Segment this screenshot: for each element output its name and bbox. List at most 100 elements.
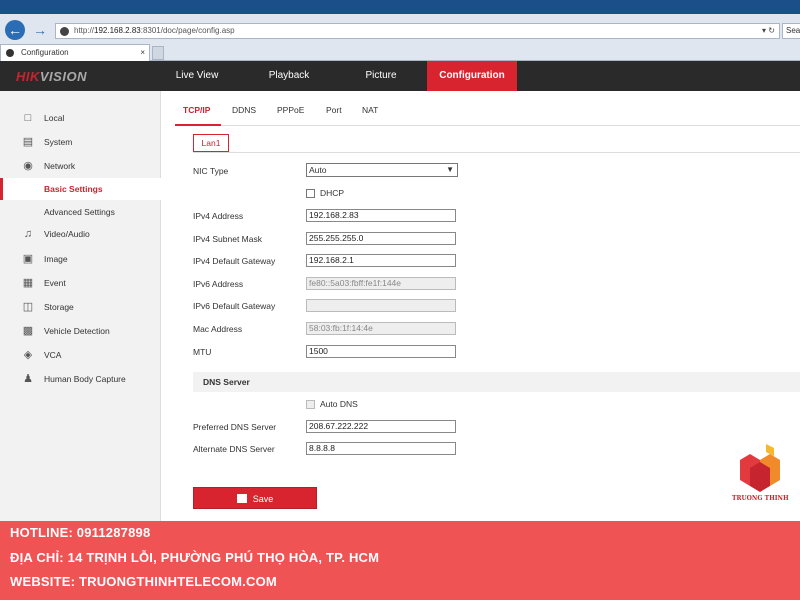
tab-lan1[interactable]: Lan1 bbox=[193, 134, 229, 152]
mtu-field[interactable]: 1500 bbox=[306, 345, 456, 358]
hikvision-logo: HIKVISION bbox=[16, 69, 87, 84]
nic-type-value: Auto bbox=[309, 165, 327, 175]
sidebar-item-label: Image bbox=[44, 254, 68, 264]
sidebar-item-local[interactable]: □ Local bbox=[0, 107, 161, 129]
system-icon: ▤ bbox=[22, 136, 34, 148]
sidebar-item-video-audio[interactable]: ♫ Video/Audio bbox=[0, 223, 161, 245]
ipv6-address-field: fe80::5a03:fbff:fe1f:144e bbox=[306, 277, 456, 290]
sidebar-item-label: Video/Audio bbox=[44, 229, 90, 239]
back-arrow-icon[interactable]: ← bbox=[5, 20, 25, 40]
sidebar: □ Local ▤ System ◉ Network Basic Setting… bbox=[0, 91, 161, 521]
sidebar-item-label: Vehicle Detection bbox=[44, 326, 110, 336]
globe-icon: ◉ bbox=[23, 160, 33, 172]
sidebar-item-basic-settings[interactable]: Basic Settings bbox=[0, 178, 161, 200]
active-tab-indicator bbox=[175, 124, 221, 126]
subtab-divider bbox=[175, 125, 800, 126]
sidebar-item-vca[interactable]: ◈ VCA bbox=[0, 344, 161, 366]
save-icon bbox=[236, 494, 247, 503]
nic-type-select[interactable]: Auto ▼ bbox=[306, 163, 458, 177]
auto-dns-label: Auto DNS bbox=[320, 399, 358, 409]
ipv4-mask-label: IPv4 Subnet Mask bbox=[193, 234, 262, 244]
mtu-label: MTU bbox=[193, 347, 212, 357]
close-icon[interactable]: × bbox=[140, 45, 145, 61]
ipv6-gateway-label: IPv6 Default Gateway bbox=[193, 301, 276, 311]
video-audio-icon: ♫ bbox=[23, 228, 33, 240]
site-icon bbox=[60, 27, 69, 36]
sidebar-item-label: Basic Settings bbox=[44, 184, 103, 194]
ipv4-mask-field[interactable]: 255.255.255.0 bbox=[306, 232, 456, 245]
new-tab-button[interactable] bbox=[152, 46, 164, 60]
dhcp-checkbox[interactable] bbox=[306, 189, 315, 198]
monitor-icon: □ bbox=[24, 112, 32, 124]
auto-dns-checkbox[interactable] bbox=[306, 400, 315, 409]
menu-configuration[interactable]: Configuration bbox=[427, 61, 517, 91]
ipv6-gateway-field bbox=[306, 299, 456, 312]
hotline-text: HOTLINE: 0911287898 bbox=[10, 525, 151, 540]
contact-banner: HOTLINE: 0911287898 ĐỊA CHỈ: 14 TRỊNH LỖ… bbox=[0, 521, 800, 600]
preferred-dns-label: Preferred DNS Server bbox=[193, 422, 277, 432]
address-prefix: http:// bbox=[74, 26, 95, 35]
browser-search-input[interactable]: Sea bbox=[782, 23, 800, 39]
ipv4-address-field[interactable]: 192.168.2.83 bbox=[306, 209, 456, 222]
browser-tab-configuration[interactable]: Configuration × bbox=[0, 44, 150, 61]
address-path: :8301/doc/page/config.asp bbox=[140, 26, 235, 35]
menu-picture[interactable]: Picture bbox=[352, 61, 410, 91]
tab-title: Configuration bbox=[21, 48, 69, 57]
sidebar-item-system[interactable]: ▤ System bbox=[0, 131, 161, 153]
sidebar-item-network[interactable]: ◉ Network bbox=[0, 155, 161, 177]
dns-section-header: DNS Server bbox=[193, 372, 800, 392]
mac-address-label: Mac Address bbox=[193, 324, 243, 334]
website-text: WEBSITE: TRUONGTHINHTELECOM.COM bbox=[10, 574, 277, 589]
ipv4-gateway-field[interactable]: 192.168.2.1 bbox=[306, 254, 456, 267]
watermark-text: TRUONG THINH bbox=[732, 495, 789, 502]
config-panel: TCP/IP DDNS PPPoE Port NAT Lan1 NIC Type… bbox=[161, 91, 800, 521]
tab-ddns[interactable]: DDNS bbox=[232, 105, 256, 115]
ipv6-address-label: IPv6 Address bbox=[193, 279, 244, 289]
lan-divider bbox=[193, 152, 800, 153]
app-header: HIKVISION Live View Playback Picture Con… bbox=[0, 61, 800, 91]
tab-nat[interactable]: NAT bbox=[362, 105, 378, 115]
address-bar[interactable]: http://192.168.2.83:8301/doc/page/config… bbox=[55, 23, 780, 39]
sidebar-item-vehicle-detection[interactable]: ▩ Vehicle Detection bbox=[0, 320, 161, 342]
tab-favicon-icon bbox=[6, 49, 14, 57]
sidebar-item-storage[interactable]: ◫ Storage bbox=[0, 296, 161, 318]
alternate-dns-label: Alternate DNS Server bbox=[193, 444, 275, 454]
save-label: Save bbox=[252, 494, 274, 504]
address-text: ĐỊA CHỈ: 14 TRỊNH LỖI, PHƯỜNG PHÚ THỌ HÒ… bbox=[10, 550, 380, 565]
tab-tcp-ip[interactable]: TCP/IP bbox=[183, 105, 210, 115]
sidebar-item-label: VCA bbox=[44, 350, 62, 360]
sidebar-item-event[interactable]: ▦ Event bbox=[0, 272, 161, 294]
sidebar-item-image[interactable]: ▣ Image bbox=[0, 248, 161, 270]
menu-playback[interactable]: Playback bbox=[254, 61, 324, 91]
vca-icon: ◈ bbox=[23, 349, 33, 361]
sidebar-item-human-body-capture[interactable]: ♟ Human Body Capture bbox=[0, 368, 161, 390]
sidebar-item-label: Human Body Capture bbox=[44, 374, 126, 384]
car-icon: ▩ bbox=[22, 325, 34, 337]
alternate-dns-field[interactable]: 8.8.8.8 bbox=[306, 442, 456, 455]
tab-pppoe[interactable]: PPPoE bbox=[277, 105, 304, 115]
sidebar-item-label: Event bbox=[44, 278, 66, 288]
sidebar-item-label: System bbox=[44, 137, 73, 147]
person-icon: ♟ bbox=[23, 373, 33, 385]
preferred-dns-field[interactable]: 208.67.222.222 bbox=[306, 420, 456, 433]
ipv4-gateway-label: IPv4 Default Gateway bbox=[193, 256, 276, 266]
ipv4-address-label: IPv4 Address bbox=[193, 211, 244, 221]
tab-port[interactable]: Port bbox=[326, 105, 342, 115]
dhcp-label: DHCP bbox=[320, 188, 345, 198]
image-icon: ▣ bbox=[22, 253, 34, 265]
save-button[interactable]: Save bbox=[193, 487, 317, 509]
calendar-icon: ▦ bbox=[22, 277, 34, 289]
sidebar-item-label: Network bbox=[44, 161, 76, 171]
logo-brand: HIK bbox=[16, 69, 40, 84]
chevron-down-icon: ▼ bbox=[446, 165, 454, 174]
storage-icon: ◫ bbox=[22, 301, 34, 313]
nic-type-label: NIC Type bbox=[193, 166, 229, 176]
forward-arrow-icon[interactable]: → bbox=[30, 20, 50, 40]
sidebar-item-advanced-settings[interactable]: Advanced Settings bbox=[0, 201, 161, 223]
sidebar-item-label: Storage bbox=[44, 302, 74, 312]
sidebar-item-label: Local bbox=[44, 113, 65, 123]
address-host: 192.168.2.83 bbox=[94, 26, 141, 35]
logo-rest: VISION bbox=[39, 69, 87, 84]
refresh-icon[interactable]: ▾ ↻ bbox=[762, 24, 775, 38]
menu-live-view[interactable]: Live View bbox=[163, 61, 231, 91]
